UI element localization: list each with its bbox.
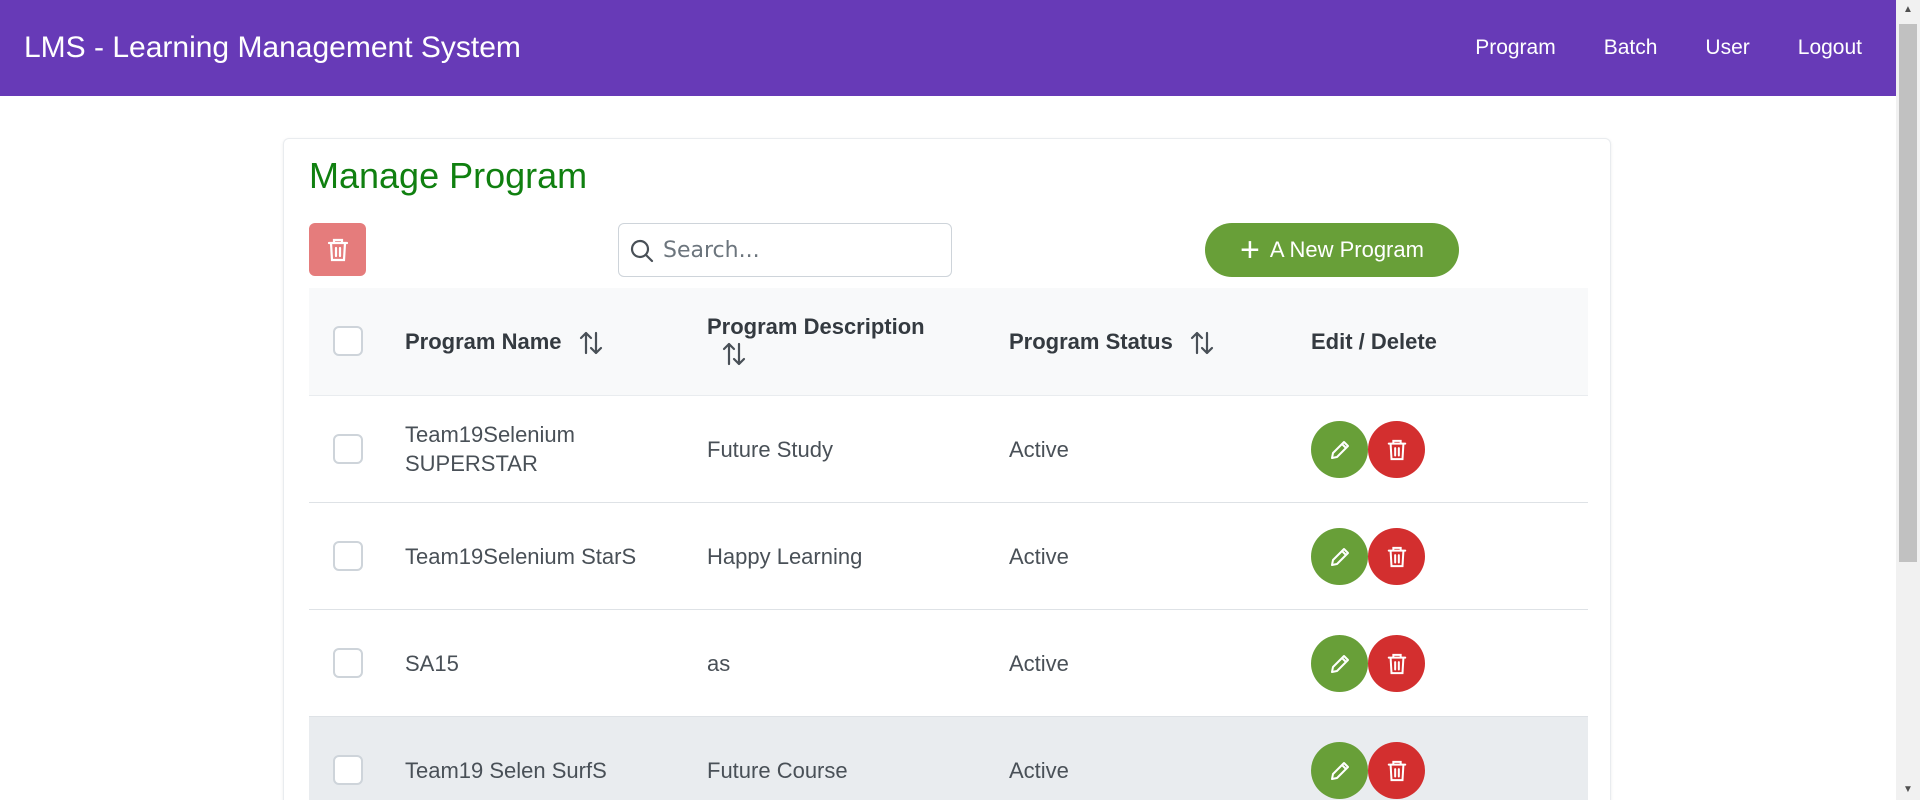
nav-logout[interactable]: Logout <box>1798 35 1862 61</box>
pencil-icon <box>1330 547 1349 566</box>
row-checkbox[interactable] <box>333 434 363 464</box>
scroll-up-arrow-icon[interactable]: ▲ <box>1896 0 1920 20</box>
main-nav: Program Batch User Logout <box>1427 35 1862 61</box>
program-table: Program Name Program Description Program… <box>309 288 1588 800</box>
trash-icon <box>327 238 348 261</box>
sort-icon[interactable] <box>578 329 604 357</box>
add-new-program-button[interactable]: + A New Program <box>1205 223 1459 277</box>
program-name: Team19Selenium SUPERSTAR <box>405 422 575 476</box>
pencil-icon <box>1330 761 1349 780</box>
trash-icon <box>1387 760 1406 781</box>
select-all-checkbox[interactable] <box>333 326 363 356</box>
header-program-name-label: Program Name <box>405 329 562 354</box>
sort-icon[interactable] <box>721 340 747 368</box>
pencil-icon <box>1330 654 1349 673</box>
program-status: Active <box>1009 758 1069 783</box>
bulk-delete-button[interactable] <box>309 223 366 276</box>
delete-button[interactable] <box>1368 528 1425 585</box>
header-program-description-label: Program Description <box>707 314 925 339</box>
program-status: Active <box>1009 544 1069 569</box>
page-scrollbar[interactable]: ▲ ▼ <box>1896 0 1920 800</box>
edit-button[interactable] <box>1311 635 1368 692</box>
program-status: Active <box>1009 437 1069 462</box>
delete-button[interactable] <box>1368 421 1425 478</box>
edit-button[interactable] <box>1311 742 1368 799</box>
table-row: Team19 Selen SurfS Future Course Active <box>309 717 1588 800</box>
edit-button[interactable] <box>1311 528 1368 585</box>
program-name: Team19Selenium StarS <box>405 544 637 569</box>
program-description: Future Study <box>707 437 833 462</box>
header-edit-delete: Edit / Delete <box>1311 329 1437 354</box>
program-name: SA15 <box>405 651 459 676</box>
program-description: as <box>707 651 731 676</box>
program-status: Active <box>1009 651 1069 676</box>
app-title: LMS - Learning Management System <box>24 31 521 64</box>
table-header: Program Name Program Description Program… <box>309 288 1588 396</box>
program-description: Future Course <box>707 758 848 783</box>
header-program-status[interactable]: Program Status <box>1009 329 1215 357</box>
search-input[interactable] <box>663 232 943 268</box>
scroll-down-arrow-icon[interactable]: ▼ <box>1896 780 1920 800</box>
program-name: Team19 Selen SurfS <box>405 758 607 783</box>
manage-program-card: Manage Program + A New Program Program N… <box>283 138 1611 800</box>
trash-icon <box>1387 546 1406 567</box>
nav-batch[interactable]: Batch <box>1604 35 1658 61</box>
row-checkbox[interactable] <box>333 755 363 785</box>
header-program-name[interactable]: Program Name <box>405 329 604 357</box>
nav-user[interactable]: User <box>1705 35 1749 61</box>
plus-icon: + <box>1240 231 1260 269</box>
table-row: Team19Selenium SUPERSTAR Future Study Ac… <box>309 396 1588 503</box>
delete-button[interactable] <box>1368 742 1425 799</box>
app-header: LMS - Learning Management System Program… <box>0 0 1896 96</box>
program-description: Happy Learning <box>707 544 863 569</box>
table-row: SA15 as Active <box>309 610 1588 717</box>
sort-icon[interactable] <box>1189 329 1215 357</box>
add-new-program-label: A New Program <box>1269 237 1424 262</box>
delete-button[interactable] <box>1368 635 1425 692</box>
header-program-status-label: Program Status <box>1009 329 1173 354</box>
trash-icon <box>1387 439 1406 460</box>
pencil-icon <box>1330 440 1349 459</box>
header-program-description[interactable]: Program Description <box>707 314 967 368</box>
search-icon <box>630 239 654 263</box>
trash-icon <box>1387 653 1406 674</box>
edit-button[interactable] <box>1311 421 1368 478</box>
scroll-thumb[interactable] <box>1899 24 1917 562</box>
nav-program[interactable]: Program <box>1475 35 1556 61</box>
row-checkbox[interactable] <box>333 648 363 678</box>
search-box <box>618 223 952 277</box>
page-title: Manage Program <box>309 155 588 196</box>
table-row: Team19Selenium StarS Happy Learning Acti… <box>309 503 1588 610</box>
row-checkbox[interactable] <box>333 541 363 571</box>
